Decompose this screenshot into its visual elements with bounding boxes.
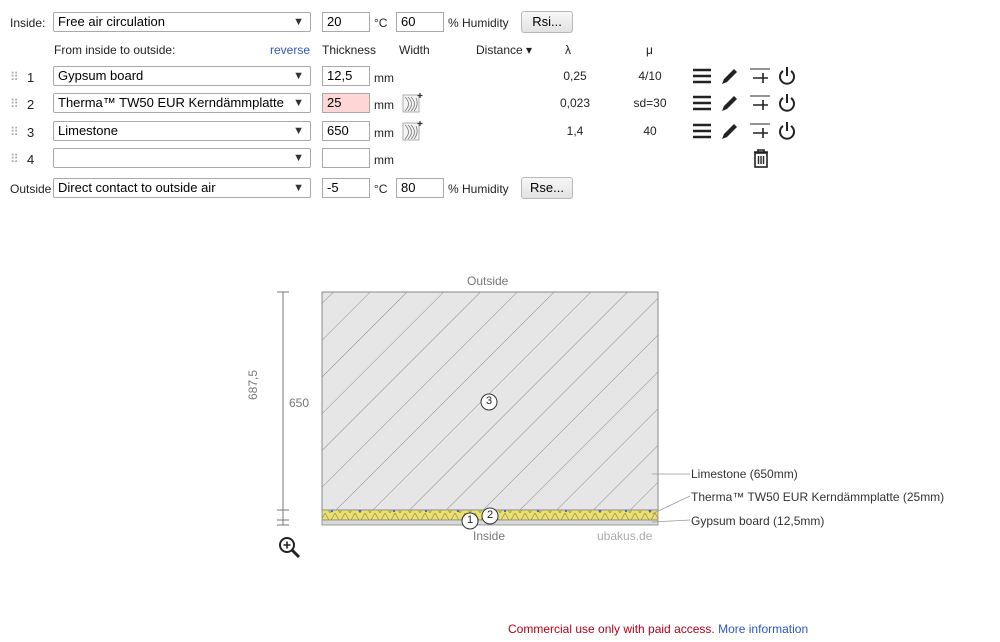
commercial-notice: Commercial use only with paid access. — [508, 622, 715, 636]
marker-2[interactable]: 2 — [486, 509, 494, 521]
legend-limestone: Limestone (650mm) — [691, 467, 798, 481]
marker-3[interactable]: 3 — [485, 395, 493, 407]
construction-drawing — [277, 291, 691, 559]
total-dimension: 687,5 — [246, 369, 260, 400]
more-information-link[interactable]: More information — [718, 622, 808, 636]
legend-insulation: Therma™ TW50 EUR Kerndämmplatte (25mm) — [691, 490, 945, 504]
watermark: ubakus.de — [597, 529, 653, 543]
drawing-outside-label: Outside — [467, 274, 509, 288]
legend-gypsum: Gypsum board (12,5mm) — [691, 514, 825, 528]
marker-1[interactable]: 1 — [466, 514, 474, 526]
layer3-dimension: 650 — [289, 396, 310, 410]
zoom-in-icon[interactable] — [279, 537, 301, 559]
footer-notice: Commercial use only with paid access. Mo… — [508, 622, 808, 636]
drawing-inside-label: Inside — [473, 529, 506, 543]
